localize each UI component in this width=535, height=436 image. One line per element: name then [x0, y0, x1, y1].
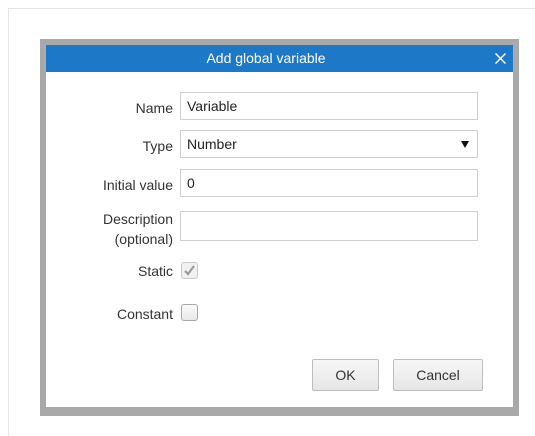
description-label-line2: (optional) — [114, 231, 173, 247]
name-label: Name — [135, 100, 173, 116]
type-select[interactable]: Number — [180, 130, 478, 158]
constant-checkbox[interactable] — [181, 304, 198, 321]
static-label: Static — [137, 263, 173, 279]
dropdown-arrow-icon — [461, 141, 469, 148]
ok-button[interactable]: OK — [312, 359, 379, 391]
name-input[interactable]: Variable — [180, 92, 478, 120]
initial-value-input[interactable]: 0 — [180, 169, 478, 197]
checkmark-icon — [184, 265, 195, 276]
close-button[interactable] — [489, 45, 513, 72]
static-checkbox[interactable] — [181, 262, 198, 279]
type-select-value: Number — [187, 136, 237, 152]
cancel-button[interactable]: Cancel — [393, 359, 483, 391]
dialog-title: Add global variable — [206, 50, 326, 66]
description-input[interactable] — [180, 211, 478, 241]
description-label: Description (optional) — [103, 209, 173, 249]
add-global-variable-dialog: Add global variable Name Variable Type N… — [46, 45, 513, 407]
type-label: Type — [142, 138, 173, 154]
constant-label: Constant — [116, 306, 173, 322]
dialog-titlebar: Add global variable — [46, 45, 513, 72]
initial-value-label: Initial value — [102, 177, 173, 193]
close-icon — [495, 53, 506, 64]
description-label-line1: Description — [102, 211, 173, 227]
